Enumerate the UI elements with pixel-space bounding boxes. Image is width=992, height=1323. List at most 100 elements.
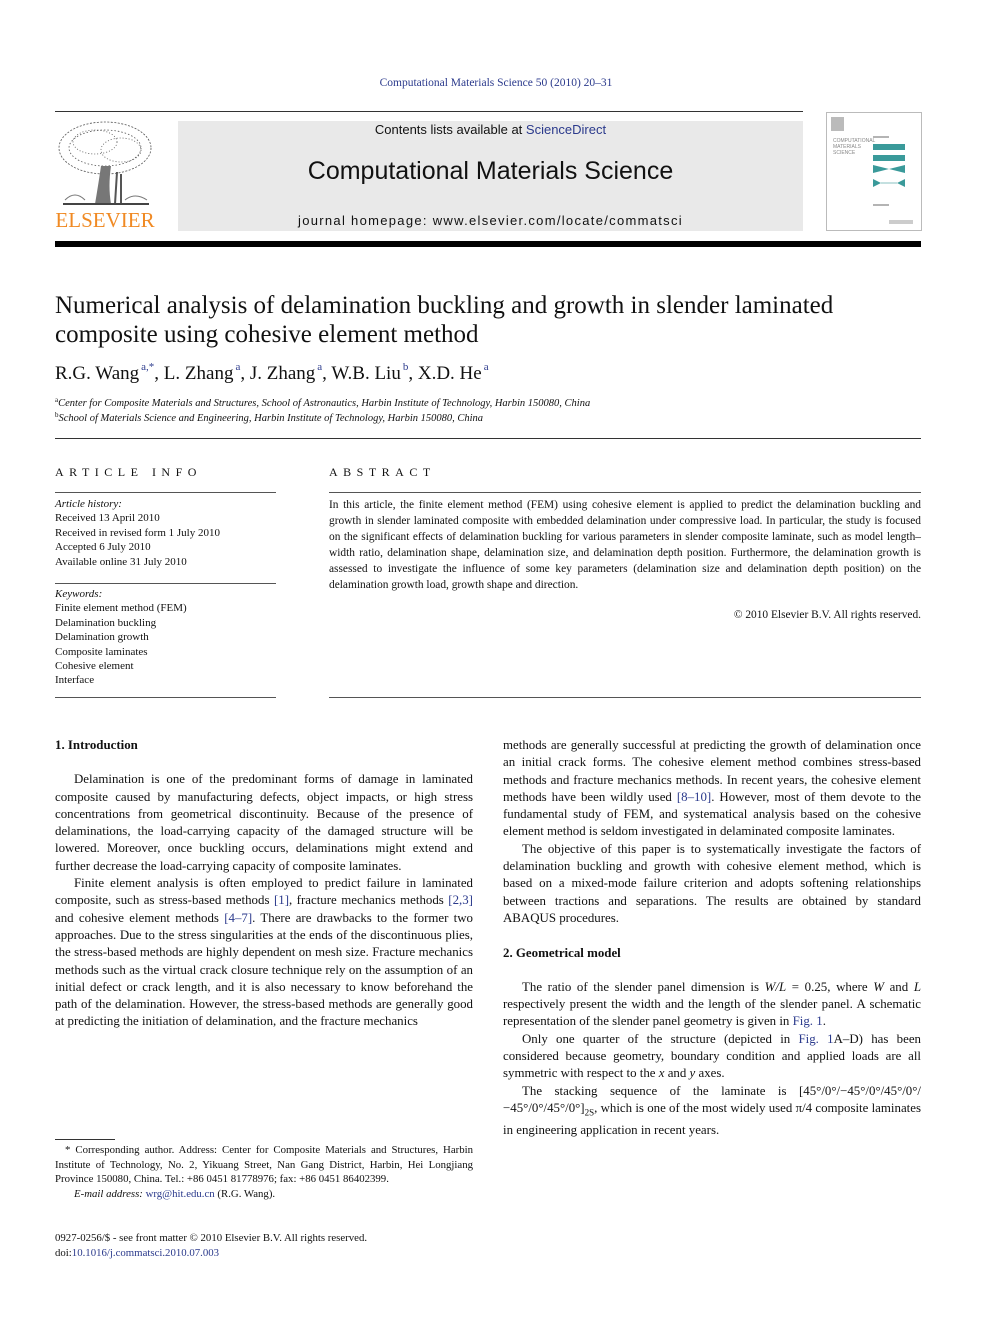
author-name[interactable]: R.G. Wang — [55, 363, 139, 384]
doi-line: doi:10.1016/j.commatsci.2010.07.003 — [55, 1246, 473, 1261]
body-column-left: 1. Introduction Delamination is one of t… — [55, 737, 473, 1031]
figure-link[interactable]: Fig. 1 — [798, 1032, 833, 1046]
affiliation-a: aCenter for Composite Materials and Stru… — [55, 396, 925, 409]
history-item: Received 13 April 2010 — [55, 512, 160, 525]
article-history: Article history: Received 13 April 2010 … — [55, 497, 280, 569]
keyword-item: Delamination buckling — [55, 616, 157, 629]
article-history-label: Article history: — [55, 498, 122, 510]
keyword-item: Composite laminates — [55, 645, 148, 658]
journal-cover-thumbnail[interactable]: COMPUTATIONAL MATERIALS SCIENCE — [826, 112, 922, 231]
citation-link[interactable]: [8–10] — [677, 790, 711, 804]
journal-homepage: journal homepage: www.elsevier.com/locat… — [178, 213, 803, 228]
contents-prefix: Contents lists available at — [374, 122, 526, 137]
citation-link[interactable]: [4–7] — [224, 911, 252, 925]
author-name[interactable]: J. Zhang — [250, 363, 315, 384]
abstract-text: In this article, the finite element meth… — [329, 499, 921, 591]
author-affiliation-mark[interactable]: a — [484, 361, 489, 373]
article-info-rule — [55, 492, 276, 493]
author-name[interactable]: W.B. Liu — [331, 363, 401, 384]
keyword-item: Interface — [55, 674, 95, 687]
paragraph-text: respectively present the width and the l… — [503, 997, 921, 1029]
abstract-rule — [329, 697, 921, 698]
math-variable: L — [913, 979, 921, 994]
math-expression: W/L — [764, 979, 787, 994]
section-heading-geometrical-model: 2. Geometrical model — [503, 945, 621, 960]
footnote-address: * Corresponding author. Address: Center … — [55, 1143, 473, 1187]
journal-cover-icon: COMPUTATIONAL MATERIALS SCIENCE — [831, 117, 913, 224]
sciencedirect-link[interactable]: ScienceDirect — [526, 122, 606, 137]
paragraph: Finite element analysis is often employe… — [55, 875, 473, 1031]
front-matter: 0927-0256/$ - see front matter © 2010 El… — [55, 1231, 473, 1260]
footnote-star: * — [65, 1144, 71, 1156]
author-affiliation-mark[interactable]: a — [317, 361, 322, 373]
email-label: E-mail address: — [74, 1187, 143, 1200]
keyword-item: Cohesive element — [55, 660, 134, 673]
corresponding-author-footnote: * Corresponding author. Address: Center … — [55, 1143, 473, 1201]
footnote-rule — [55, 1139, 115, 1140]
paragraph: methods are generally successful at pred… — [503, 737, 921, 841]
history-item: Received in revised form 1 July 2010 — [55, 526, 220, 539]
article-info-heading: ARTICLE INFO — [55, 465, 202, 479]
title-rule — [55, 438, 921, 439]
citation-link[interactable]: [1] — [274, 893, 289, 907]
paragraph-text: Only one quarter of the structure (depic… — [522, 1031, 799, 1046]
keyword-item: Delamination growth — [55, 631, 149, 644]
paragraph-text: = 0.25, where — [786, 979, 874, 994]
figure-link[interactable]: Fig. 1 — [793, 1014, 823, 1028]
author-affiliation-mark[interactable]: a,* — [141, 361, 154, 373]
keywords: Keywords: Finite element method (FEM) De… — [55, 587, 280, 688]
author-name[interactable]: X.D. He — [418, 363, 482, 384]
keyword-item: Finite element method (FEM) — [55, 602, 187, 615]
affiliation-b: bSchool of Materials Science and Enginee… — [55, 411, 925, 424]
paragraph-text: and cohesive element methods — [55, 910, 225, 925]
contents-line: Contents lists available at ScienceDirec… — [178, 121, 803, 137]
paragraph-text: . — [822, 1014, 826, 1029]
elsevier-wordmark: ELSEVIER — [55, 208, 155, 232]
paragraph: The ratio of the slender panel dimension… — [503, 979, 921, 1031]
paragraph-text: The ratio of the slender panel dimension… — [522, 979, 765, 994]
paragraph: The objective of this paper is to system… — [503, 841, 921, 925]
body-column-right: methods are generally successful at pred… — [503, 737, 921, 1139]
author-affiliation-mark[interactable]: b — [403, 361, 409, 373]
svg-text:SCIENCE: SCIENCE — [833, 150, 856, 156]
math-variable: W — [873, 979, 884, 994]
homepage-prefix: journal homepage: — [298, 213, 433, 228]
paragraph-text: and — [883, 979, 914, 994]
paragraph: Only one quarter of the structure (depic… — [503, 1031, 921, 1083]
top-rule — [55, 111, 803, 112]
masthead-thick-rule — [55, 241, 921, 247]
keywords-label: Keywords: — [55, 588, 103, 600]
article-info-rule — [55, 583, 276, 584]
article-title: Numerical analysis of delamination buckl… — [55, 292, 834, 348]
paragraph-text: . There are drawbacks to the former two … — [55, 910, 473, 1029]
history-item: Accepted 6 July 2010 — [55, 541, 151, 554]
footnote-email: E-mail address: wrg@hit.edu.cn (R.G. Wan… — [55, 1187, 473, 1202]
paragraph-text: axes. — [695, 1066, 725, 1081]
running-head[interactable]: Computational Materials Science 50 (2010… — [0, 77, 992, 89]
history-item: Available online 31 July 2010 — [55, 555, 187, 568]
paragraph: Delamination is one of the predominant f… — [55, 772, 473, 873]
abstract-heading: ABSTRACT — [329, 465, 436, 479]
article-info-rule — [55, 697, 276, 698]
paragraph-text: and — [664, 1066, 690, 1081]
author-name[interactable]: L. Zhang — [164, 363, 234, 384]
doi-link[interactable]: 10.1016/j.commatsci.2010.07.003 — [72, 1247, 219, 1259]
affiliation-text: School of Materials Science and Engineer… — [58, 413, 484, 424]
subscript: 2S — [584, 1107, 595, 1118]
author-list: R.G. Wang a,*, L. Zhang a, J. Zhang a, W.B.… — [55, 361, 489, 384]
email-link[interactable]: wrg@hit.edu.cn — [146, 1188, 215, 1200]
author-affiliation-mark[interactable]: a — [235, 361, 240, 373]
citation-link[interactable]: [2,3] — [448, 893, 473, 907]
affiliation-text: Center for Composite Materials and Struc… — [58, 398, 591, 409]
abstract-copyright: © 2010 Elsevier B.V. All rights reserved… — [733, 609, 921, 621]
abstract-rule — [329, 492, 921, 493]
elsevier-tree-icon — [58, 121, 152, 205]
elsevier-logo[interactable]: ELSEVIER — [55, 120, 155, 232]
issn-line: 0927-0256/$ - see front matter © 2010 El… — [55, 1232, 368, 1244]
journal-title: Computational Materials Science — [307, 157, 674, 185]
paragraph: The stacking sequence of the laminate is… — [503, 1083, 921, 1139]
homepage-url-link[interactable]: www.elsevier.com/locate/commatsci — [433, 213, 683, 228]
masthead-box: Contents lists available at ScienceDirec… — [178, 121, 803, 231]
doi-label: doi: — [55, 1246, 72, 1259]
